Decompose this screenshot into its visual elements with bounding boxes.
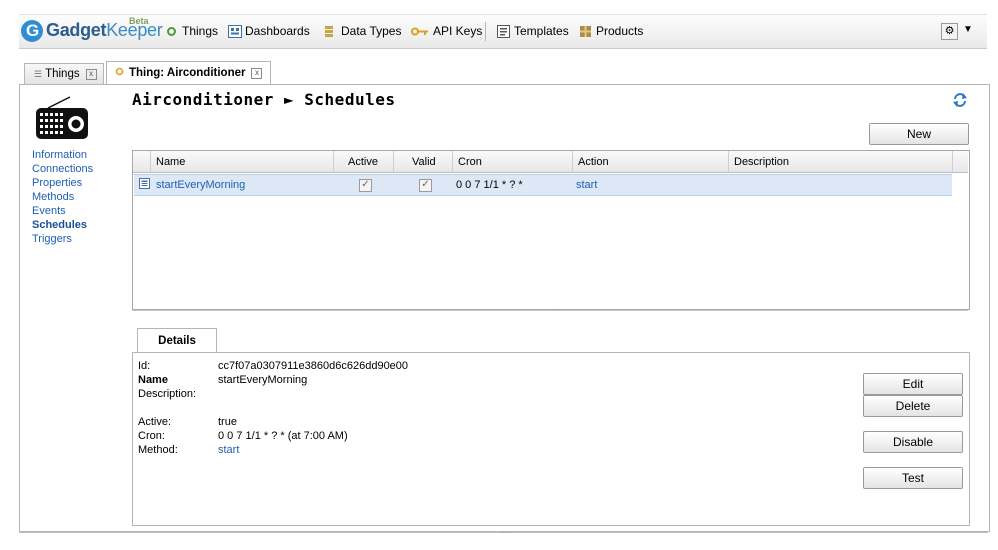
list-icon: ☰ (34, 68, 43, 79)
key-icon (411, 25, 429, 38)
side-item-information[interactable]: Information (32, 148, 93, 162)
nav-api-keys[interactable]: API Keys (411, 24, 482, 38)
column-header-action[interactable]: Action (573, 151, 729, 173)
side-item-schedules[interactable]: Schedules (32, 218, 93, 232)
new-button[interactable]: New (869, 123, 969, 145)
label-id: Id: (138, 360, 151, 372)
splitter-grip[interactable]: ..... (550, 305, 565, 312)
splitter-grip[interactable]: ..... (499, 528, 514, 535)
disable-button[interactable]: Disable (863, 431, 963, 453)
page-title: Airconditioner ► Schedules (132, 90, 396, 109)
chevron-down-icon[interactable]: ▼ (963, 24, 973, 35)
valid-checkbox[interactable]: ✓ (419, 179, 432, 192)
thing-radio-icon (34, 95, 90, 144)
side-item-connections[interactable]: Connections (32, 162, 93, 176)
bottom-splitter[interactable]: ..... (19, 528, 988, 537)
nav-label: Dashboards (245, 24, 310, 38)
label-active: Active: (138, 416, 172, 428)
tab-label: Thing: Airconditioner (129, 67, 246, 79)
circle-icon (165, 25, 178, 38)
table-row[interactable]: startEveryMorning ✓ ✓ 0 0 7 1/1 * ? * st… (134, 174, 952, 196)
top-navigation-bar: G GadgetKeeper Beta Things Dashboards Da… (19, 14, 987, 49)
column-header-active[interactable]: Active (334, 151, 394, 173)
test-button[interactable]: Test (863, 467, 963, 489)
label-description: Description: (138, 388, 197, 400)
nav-label: Products (596, 24, 644, 38)
gadgetkeeper-logo-icon[interactable]: G (21, 20, 43, 42)
table-header-end (953, 151, 968, 173)
nav-label: API Keys (433, 24, 483, 38)
active-checkbox[interactable]: ✓ (359, 179, 372, 192)
schedules-table: Name Active Valid Cron Action Descriptio… (132, 150, 970, 310)
beta-badge: Beta (129, 16, 149, 26)
label-name: Name (138, 374, 168, 386)
nav-things[interactable]: Things (165, 24, 218, 38)
column-header-valid[interactable]: Valid (394, 151, 453, 173)
refresh-icon[interactable] (952, 92, 968, 112)
side-item-events[interactable]: Events (32, 204, 93, 218)
side-item-methods[interactable]: Methods (32, 190, 93, 204)
value-active: true (218, 416, 237, 428)
side-item-properties[interactable]: Properties (32, 176, 93, 190)
nav-data-types[interactable]: Data Types (324, 24, 401, 38)
nav-label: Templates (514, 24, 569, 38)
schedule-row-icon (139, 178, 150, 192)
label-method: Method: (138, 444, 178, 456)
close-icon[interactable]: x (85, 68, 97, 80)
template-icon (497, 24, 510, 38)
column-header-cron[interactable]: Cron (453, 151, 573, 173)
value-method-link[interactable]: start (218, 444, 239, 456)
value-cron: 0 0 7 1/1 * ? * (at 7:00 AM) (218, 430, 348, 442)
value-name: startEveryMorning (218, 374, 308, 386)
tab-things[interactable]: ☰ Things x (24, 63, 104, 84)
dashboard-icon (228, 24, 242, 38)
edit-button[interactable]: Edit (863, 373, 963, 395)
nav-label: Things (182, 24, 219, 38)
nav-dashboards[interactable]: Dashboards (228, 24, 310, 38)
value-id: cc7f07a0307911e3860d6c626dd90e00 (218, 360, 409, 372)
table-header-spacer (133, 151, 151, 173)
column-header-name[interactable]: Name (151, 151, 334, 173)
side-menu: Information Connections Properties Metho… (32, 148, 93, 246)
cell-action[interactable]: start (576, 179, 597, 191)
side-item-triggers[interactable]: Triggers (32, 232, 93, 246)
tab-details[interactable]: Details (137, 328, 217, 353)
nav-divider (485, 22, 486, 41)
nav-label: Data Types (341, 24, 402, 38)
nav-products[interactable]: Products (579, 24, 643, 38)
tab-thing-airconditioner[interactable]: Thing: Airconditioner x (106, 61, 271, 84)
column-header-description[interactable]: Description (729, 151, 953, 173)
gear-icon[interactable]: ⚙ (941, 23, 958, 40)
nav-templates[interactable]: Templates (497, 24, 569, 38)
panel-splitter[interactable]: ..... (132, 305, 968, 315)
product-icon (579, 25, 592, 38)
tab-label: Things (45, 68, 80, 80)
delete-button[interactable]: Delete (863, 395, 963, 417)
label-cron: Cron: (138, 430, 165, 442)
cell-cron: 0 0 7 1/1 * ? * (456, 179, 523, 191)
datatypes-icon (324, 25, 337, 38)
thing-circle-icon (115, 67, 124, 79)
close-icon[interactable]: x (251, 67, 263, 79)
cell-name[interactable]: startEveryMorning (156, 179, 245, 191)
